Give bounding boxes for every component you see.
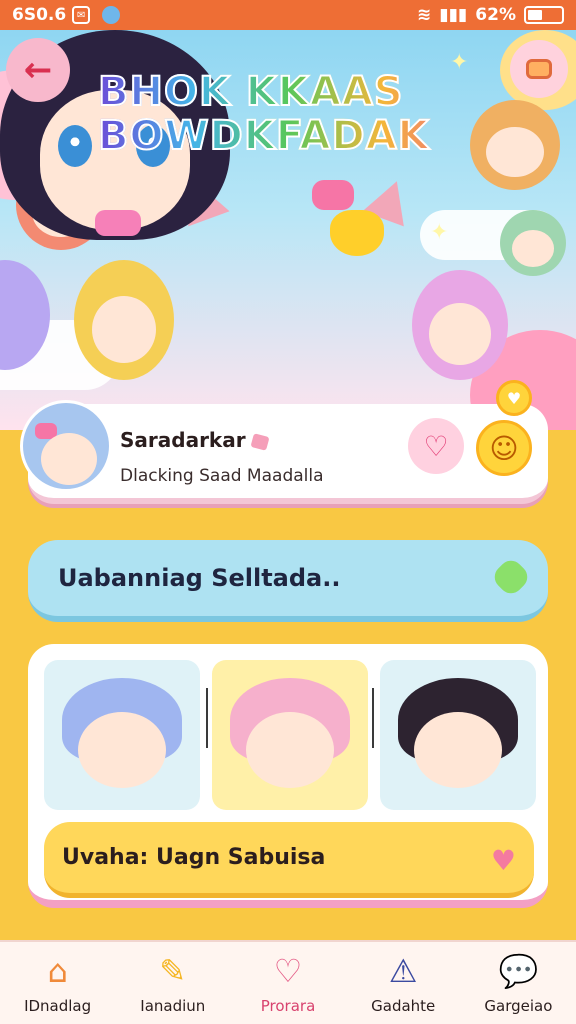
gallery-thumb-dark[interactable] [380, 660, 536, 810]
profile-subtitle: Dlacking Saad Maadalla [120, 466, 324, 486]
banner-button[interactable]: Uabanniag Selltada.. [28, 540, 548, 622]
nav-item-edit[interactable]: ✎ Ianadiun [115, 942, 230, 1024]
status-time: 6S0.6 [12, 5, 67, 25]
profile-name: Saradarkar [120, 428, 246, 452]
character-sprite-cat [470, 100, 560, 190]
gift-button[interactable] [510, 40, 568, 98]
character-sprite-green [500, 210, 566, 276]
signal-icon: ▮▮▮ [439, 5, 468, 25]
nav-label: Ianadiun [140, 997, 206, 1015]
banner-text: Uabanniag Selltada.. [58, 564, 341, 592]
back-button[interactable]: ← [6, 38, 70, 102]
nav-item-home[interactable]: ⌂ IDnadlag [0, 942, 115, 1024]
app-dot-icon [102, 6, 121, 24]
pencil-icon: ✎ [159, 952, 187, 990]
gift-icon [526, 59, 552, 79]
home-icon: ⌂ [47, 952, 68, 990]
heart-icon: ♥ [490, 844, 516, 877]
gallery-caption-button[interactable]: Uvaha: Uagn Sabuisa ♥ [44, 822, 534, 898]
heart-badge-icon: ♥ [496, 380, 532, 416]
gallery-thumb-pink[interactable] [212, 660, 368, 810]
star-icon [489, 555, 533, 599]
heart-search-icon: ♡ [423, 429, 449, 463]
logo-line-1: BHOK KKAAS [97, 69, 478, 115]
gallery-caption: Uvaha: Uagn Sabuisa [62, 845, 326, 870]
character-sprite-blonde [74, 260, 174, 380]
nav-item-chat[interactable]: 💬 Gargeiao [461, 942, 576, 1024]
like-button[interactable]: ♡ [408, 418, 464, 474]
gallery-thumb-blue[interactable] [44, 660, 200, 810]
chat-bubble-icon: 💬 [498, 952, 539, 990]
warning-icon: ⚠ [388, 952, 418, 990]
logo-line-2: BOWDKFADAK [97, 113, 478, 159]
divider [372, 688, 374, 748]
nav-label: Gadahte [371, 997, 436, 1015]
bottom-nav: ⌂ IDnadlag ✎ Ianadiun ♡ Prorara ⚠ Gadaht… [0, 940, 576, 1024]
nav-item-alerts[interactable]: ⚠ Gadahte [346, 942, 461, 1024]
battery-icon [524, 6, 564, 24]
battery-percentage: 62% [475, 5, 516, 25]
divider [206, 688, 208, 748]
game-logo: BHOK KKAAS BOWDKFADAK [97, 69, 478, 159]
yellow-bow-icon [330, 210, 384, 256]
nav-item-profile[interactable]: ♡ Prorara [230, 942, 345, 1024]
character-sprite-pink [412, 270, 508, 380]
emote-button[interactable]: ☺ [476, 420, 532, 476]
nav-label: Prorara [260, 997, 316, 1015]
pink-bow-icon [312, 180, 354, 210]
avatar[interactable] [20, 400, 112, 492]
status-bar: 6S0.6 ✉ ≋ ▮▮▮ 62% [0, 0, 576, 30]
star-icon [250, 432, 270, 451]
nav-label: Gargeiao [484, 997, 553, 1015]
nav-label: IDnadlag [24, 997, 92, 1015]
back-arrow-icon: ← [23, 50, 53, 90]
wifi-icon: ≋ [416, 5, 432, 25]
heart-search-icon: ♡ [273, 952, 303, 990]
smile-icon: ☺ [489, 431, 519, 465]
notification-icon: ✉ [72, 6, 91, 24]
